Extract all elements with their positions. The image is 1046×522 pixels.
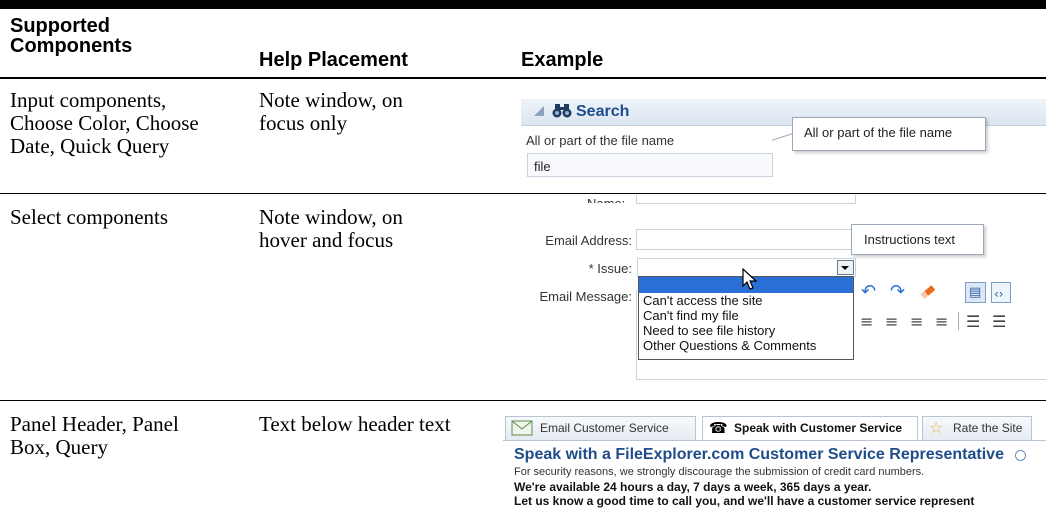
bullet-list-icon[interactable]: ☰ [966, 313, 980, 331]
binoculars-icon [552, 102, 572, 125]
name-input[interactable] [636, 195, 856, 204]
row2-placement: Note window, on hover and focus [259, 205, 403, 252]
row2-components: Select components [10, 205, 169, 229]
email-address-input[interactable] [636, 229, 856, 250]
redo-icon[interactable]: ↷ [890, 283, 905, 301]
header-help-placement: Help Placement [259, 49, 408, 71]
align-center-icon[interactable]: ≡ [885, 313, 898, 331]
table-top-rule [0, 0, 1046, 9]
phone-icon: ☎ [709, 419, 728, 437]
issue-option[interactable]: Can't access the site [643, 294, 763, 308]
tab-label: Email Customer Service [540, 421, 669, 435]
mouse-pointer-icon [742, 267, 760, 292]
issue-label: * Issue: [588, 261, 632, 276]
justify-icon[interactable]: ≡ [935, 313, 948, 331]
align-right-icon[interactable]: ≡ [910, 313, 923, 331]
file-name-value: file [534, 159, 551, 174]
row3-placement: Text below header text [259, 412, 451, 436]
row1-placement: Note window, on focus only [259, 88, 403, 135]
email-message-label: Email Message: [539, 289, 632, 304]
row1-components: Input components, Choose Color, Choose D… [10, 88, 199, 158]
note-window-text: Instructions text [864, 232, 956, 247]
undo-icon[interactable]: ↶ [861, 283, 876, 301]
rich-text-icon: ▤ [969, 285, 982, 300]
disclosure-triangle-icon [534, 106, 544, 116]
file-name-input[interactable] [527, 153, 773, 177]
help-text-line: Let us know a good time to call you, and… [514, 494, 975, 508]
row-divider [0, 193, 1046, 194]
panel-header-text: Speak with a FileExplorer.com Customer S… [514, 446, 1004, 463]
tab-label: Rate the Site [953, 421, 1023, 435]
issue-option[interactable]: Can't find my file [643, 309, 739, 323]
numbered-list-icon[interactable]: ☰ [992, 313, 1006, 331]
help-text-line: We're available 24 hours a day, 7 days a… [514, 480, 872, 494]
star-icon: ☆ [929, 418, 944, 437]
source-code-icon: ‹› [994, 287, 1004, 301]
header-example: Example [521, 49, 604, 71]
tab-baseline [503, 440, 1046, 441]
toolbar-separator [958, 312, 959, 330]
row-divider [0, 400, 1046, 401]
header-supported-components: Supported Components [10, 15, 133, 57]
header-rule [0, 77, 1046, 79]
help-icon[interactable] [1015, 450, 1026, 461]
help-text-line: For security reasons, we strongly discou… [514, 466, 925, 478]
note-window-pointer [771, 133, 794, 141]
eraser-icon[interactable] [918, 282, 938, 306]
note-window-text: All or part of the file name [804, 125, 953, 140]
email-address-label: Email Address: [545, 233, 632, 248]
file-name-label: All or part of the file name [526, 133, 675, 148]
chevron-down-icon [841, 266, 849, 270]
tab-label: Speak with Customer Service [734, 421, 903, 435]
search-panel-title: Search [576, 103, 630, 120]
issue-option[interactable]: Other Questions & Comments [643, 339, 816, 353]
name-label: Name: [587, 196, 625, 203]
row3-components: Panel Header, Panel Box, Query [10, 412, 179, 459]
align-left-icon[interactable]: ≡ [860, 313, 873, 331]
envelope-icon [511, 420, 533, 441]
issue-option[interactable]: Need to see file history [643, 324, 775, 338]
